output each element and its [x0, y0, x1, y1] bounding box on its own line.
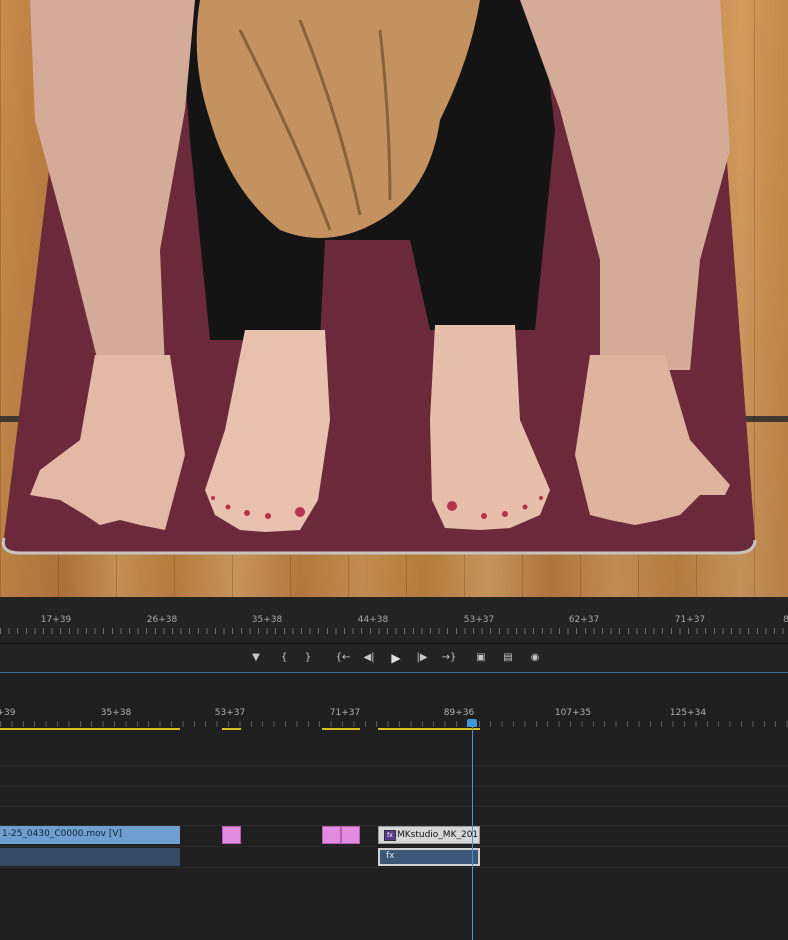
track-divider [0, 846, 788, 847]
transport-bar: ▼ { } {← ◀| ▶ |▶ →} ▣ ▤ ◉ [0, 644, 788, 673]
clip-name: 1-25_0430_C0000.mov [V] [2, 829, 123, 839]
pink-clip[interactable] [341, 826, 360, 844]
sequence-timeline[interactable]: +39 35+38 53+37 71+37 89+36 107+35 125+3… [0, 673, 788, 940]
audio-clip[interactable] [0, 848, 180, 866]
ruler-label: 35+38 [251, 615, 283, 625]
export-frame-icon[interactable]: ◉ [526, 650, 544, 666]
marker-icon[interactable]: ▼ [247, 650, 265, 666]
ruler-ticks [0, 628, 788, 634]
go-to-in-icon[interactable]: {← [334, 650, 352, 666]
ruler-label: 53+37 [463, 615, 495, 625]
step-forward-icon[interactable]: |▶ [413, 650, 431, 666]
track-divider [0, 765, 788, 766]
timeline-ruler-label: 35+38 [100, 708, 132, 718]
timeline-ruler-label: 53+37 [214, 708, 246, 718]
video-clip[interactable]: 1-25_0430_C0000.mov [V] [0, 826, 180, 844]
render-bar [322, 728, 360, 730]
mark-in-icon[interactable]: { [275, 650, 293, 666]
track-divider [0, 867, 788, 868]
ruler-label: 71+37 [674, 615, 706, 625]
fx-badge: fx [384, 830, 396, 841]
pink-clip[interactable] [322, 826, 341, 844]
render-bar [222, 728, 241, 730]
ruler-label: 62+37 [568, 615, 600, 625]
timeline-ruler-ticks [0, 721, 788, 727]
ruler-label: 17+39 [40, 615, 72, 625]
timeline-ruler-label: 89+36 [443, 708, 475, 718]
insert-icon[interactable]: ▣ [472, 650, 490, 666]
render-bar [378, 728, 480, 730]
go-to-out-icon[interactable]: →} [440, 650, 458, 666]
graphic-clip[interactable]: fx MKstudio_MK_2017 [378, 826, 480, 844]
timeline-ruler-label: 125+34 [669, 708, 707, 718]
overwrite-icon[interactable]: ▤ [499, 650, 517, 666]
fx-badge: fx [386, 851, 395, 861]
ruler-label: 8 [783, 615, 788, 625]
timeline-ruler-label: +39 [0, 708, 16, 718]
track-divider [0, 806, 788, 807]
program-timecode-ruler[interactable]: 17+39 26+38 35+38 44+38 53+37 62+37 71+3… [0, 597, 788, 644]
program-monitor-frame [0, 0, 788, 597]
play-icon[interactable]: ▶ [387, 650, 405, 666]
step-back-icon[interactable]: ◀| [360, 650, 378, 666]
timeline-ruler-label: 107+35 [554, 708, 592, 718]
render-bar [0, 728, 180, 730]
graphic-audio-clip[interactable]: fx [378, 848, 480, 866]
timeline-ruler-label: 71+37 [329, 708, 361, 718]
playhead[interactable] [472, 724, 473, 940]
pink-clip[interactable] [222, 826, 241, 844]
track-divider [0, 786, 788, 787]
mark-out-icon[interactable]: } [299, 650, 317, 666]
ruler-label: 26+38 [146, 615, 178, 625]
clip-name: MKstudio_MK_2017 [397, 830, 480, 840]
ruler-label: 44+38 [357, 615, 389, 625]
video-frame-image [1, 0, 757, 555]
